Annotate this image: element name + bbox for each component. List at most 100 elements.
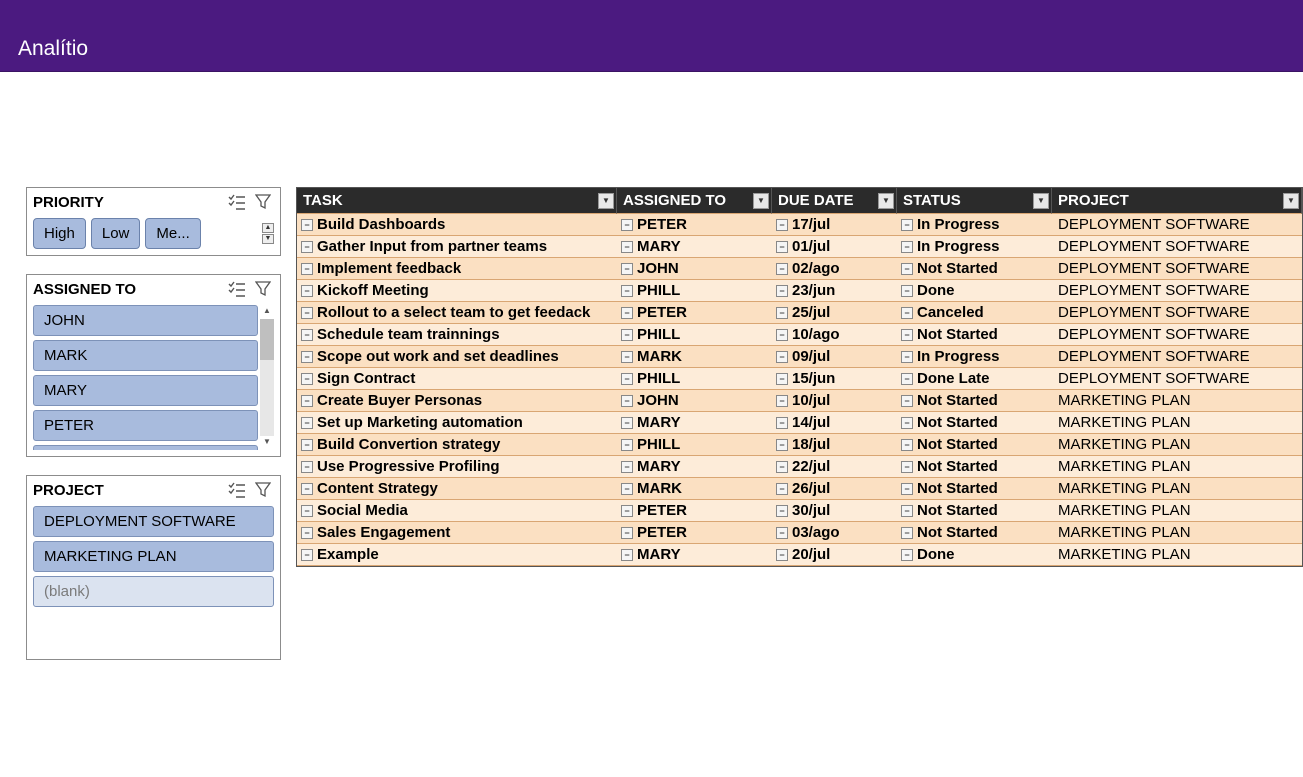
collapse-icon[interactable]: − (301, 329, 313, 341)
table-row[interactable]: −Implement feedback−JOHN−02/ago−Not Star… (297, 258, 1302, 280)
multiselect-icon[interactable] (226, 480, 248, 500)
collapse-icon[interactable]: − (621, 329, 633, 341)
collapse-icon[interactable]: − (901, 219, 913, 231)
assigned-item-mark[interactable]: MARK (33, 340, 258, 371)
collapse-icon[interactable]: − (776, 307, 788, 319)
collapse-icon[interactable]: − (301, 483, 313, 495)
collapse-icon[interactable]: − (301, 351, 313, 363)
project-item-marketing[interactable]: MARKETING PLAN (33, 541, 274, 572)
collapse-icon[interactable]: − (776, 417, 788, 429)
table-row[interactable]: −Social Media−PETER−30/jul−Not StartedMA… (297, 500, 1302, 522)
collapse-icon[interactable]: − (301, 439, 313, 451)
table-row[interactable]: −Rollout to a select team to get feedack… (297, 302, 1302, 324)
collapse-icon[interactable]: − (901, 505, 913, 517)
table-row[interactable]: −Scope out work and set deadlines−MARK−0… (297, 346, 1302, 368)
table-row[interactable]: −Set up Marketing automation−MARY−14/jul… (297, 412, 1302, 434)
column-header-assigned-to[interactable]: ASSIGNED TO▼ (617, 188, 772, 214)
collapse-icon[interactable]: − (901, 417, 913, 429)
collapse-icon[interactable]: − (776, 483, 788, 495)
collapse-icon[interactable]: − (301, 505, 313, 517)
collapse-icon[interactable]: − (621, 417, 633, 429)
filter-dropdown-icon[interactable]: ▼ (1033, 193, 1049, 209)
collapse-icon[interactable]: − (901, 373, 913, 385)
table-row[interactable]: −Build Convertion strategy−PHILL−18/jul−… (297, 434, 1302, 456)
collapse-icon[interactable]: − (621, 351, 633, 363)
collapse-icon[interactable]: − (621, 285, 633, 297)
priority-chip-high[interactable]: High (33, 218, 86, 249)
collapse-icon[interactable]: − (776, 329, 788, 341)
collapse-icon[interactable]: − (901, 329, 913, 341)
collapse-icon[interactable]: − (301, 549, 313, 561)
collapse-icon[interactable]: − (621, 439, 633, 451)
column-header-project[interactable]: PROJECT▼ (1052, 188, 1302, 214)
scroll-up-icon[interactable]: ▲ (260, 305, 274, 319)
collapse-icon[interactable]: − (776, 219, 788, 231)
clear-filter-icon[interactable] (252, 279, 274, 299)
collapse-icon[interactable]: − (776, 263, 788, 275)
collapse-icon[interactable]: − (301, 241, 313, 253)
scroll-thumb[interactable] (260, 319, 274, 360)
collapse-icon[interactable]: − (301, 373, 313, 385)
chip-scroll-down[interactable]: ▼ (262, 234, 274, 244)
collapse-icon[interactable]: − (901, 241, 913, 253)
collapse-icon[interactable]: − (776, 373, 788, 385)
clear-filter-icon[interactable] (252, 480, 274, 500)
collapse-icon[interactable]: − (301, 219, 313, 231)
assigned-item-john[interactable]: JOHN (33, 305, 258, 336)
collapse-icon[interactable]: − (901, 263, 913, 275)
table-row[interactable]: −Schedule team trainnings−PHILL−10/ago−N… (297, 324, 1302, 346)
collapse-icon[interactable]: − (621, 241, 633, 253)
collapse-icon[interactable]: − (776, 549, 788, 561)
assigned-item-mary[interactable]: MARY (33, 375, 258, 406)
collapse-icon[interactable]: − (776, 439, 788, 451)
multiselect-icon[interactable] (226, 192, 248, 212)
table-row[interactable]: −Sign Contract−PHILL−15/jun−Done LateDEP… (297, 368, 1302, 390)
multiselect-icon[interactable] (226, 279, 248, 299)
collapse-icon[interactable]: − (901, 439, 913, 451)
collapse-icon[interactable]: − (621, 373, 633, 385)
collapse-icon[interactable]: − (901, 461, 913, 473)
collapse-icon[interactable]: − (621, 483, 633, 495)
collapse-icon[interactable]: − (901, 351, 913, 363)
filter-dropdown-icon[interactable]: ▼ (753, 193, 769, 209)
assigned-item-peter[interactable]: PETER (33, 410, 258, 441)
priority-chip-low[interactable]: Low (91, 218, 141, 249)
collapse-icon[interactable]: − (621, 307, 633, 319)
table-row[interactable]: −Kickoff Meeting−PHILL−23/jun−DoneDEPLOY… (297, 280, 1302, 302)
filter-dropdown-icon[interactable]: ▼ (598, 193, 614, 209)
chip-scroll-up[interactable]: ▲ (262, 223, 274, 233)
collapse-icon[interactable]: − (301, 263, 313, 275)
scroll-track[interactable] (260, 319, 274, 436)
collapse-icon[interactable]: − (621, 549, 633, 561)
collapse-icon[interactable]: − (901, 285, 913, 297)
collapse-icon[interactable]: − (301, 395, 313, 407)
table-row[interactable]: −Example−MARY−20/jul−DoneMARKETING PLAN (297, 544, 1302, 566)
collapse-icon[interactable]: − (301, 417, 313, 429)
table-row[interactable]: −Build Dashboards−PETER−17/jul−In Progre… (297, 214, 1302, 236)
slicer-scrollbar[interactable]: ▲ ▼ (260, 305, 274, 450)
collapse-icon[interactable]: − (776, 527, 788, 539)
column-header-status[interactable]: STATUS▼ (897, 188, 1052, 214)
collapse-icon[interactable]: − (621, 505, 633, 517)
collapse-icon[interactable]: − (901, 527, 913, 539)
collapse-icon[interactable]: − (301, 307, 313, 319)
collapse-icon[interactable]: − (776, 505, 788, 517)
filter-dropdown-icon[interactable]: ▼ (878, 193, 894, 209)
collapse-icon[interactable]: − (301, 461, 313, 473)
table-row[interactable]: −Use Progressive Profiling−MARY−22/jul−N… (297, 456, 1302, 478)
column-header-due-date[interactable]: DUE DATE▼ (772, 188, 897, 214)
collapse-icon[interactable]: − (621, 219, 633, 231)
table-row[interactable]: −Gather Input from partner teams−MARY−01… (297, 236, 1302, 258)
priority-chip-medium[interactable]: Me... (145, 218, 200, 249)
collapse-icon[interactable]: − (301, 285, 313, 297)
collapse-icon[interactable]: − (621, 461, 633, 473)
collapse-icon[interactable]: − (776, 241, 788, 253)
table-row[interactable]: −Content Strategy−MARK−26/jul−Not Starte… (297, 478, 1302, 500)
scroll-down-icon[interactable]: ▼ (260, 436, 274, 450)
collapse-icon[interactable]: − (901, 483, 913, 495)
collapse-icon[interactable]: − (776, 461, 788, 473)
column-header-task[interactable]: TASK▼ (297, 188, 617, 214)
collapse-icon[interactable]: − (621, 263, 633, 275)
collapse-icon[interactable]: − (901, 307, 913, 319)
collapse-icon[interactable]: − (301, 527, 313, 539)
